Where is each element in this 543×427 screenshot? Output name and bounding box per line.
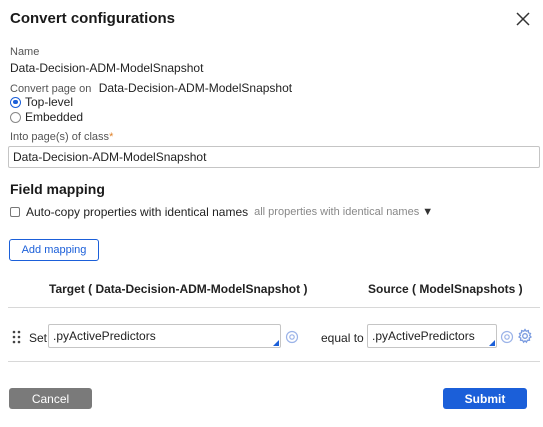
add-mapping-button[interactable]: Add mapping — [9, 239, 99, 261]
caret-down-icon: ▼ — [422, 206, 434, 218]
autocopy-row: Auto-copy properties with identical name… — [10, 205, 433, 219]
gear-icon[interactable] — [517, 328, 533, 349]
close-icon[interactable] — [512, 8, 534, 30]
autocomplete-corner-icon — [489, 340, 495, 346]
name-value: Data-Decision-ADM-ModelSnapshot — [10, 61, 204, 75]
into-class-label: Into page(s) of class* — [10, 131, 113, 143]
source-property-input[interactable]: .pyActivePredictors — [367, 324, 497, 348]
submit-button[interactable]: Submit — [443, 388, 527, 409]
required-marker: * — [109, 131, 114, 143]
convert-page-on-label: Convert page on — [10, 83, 92, 95]
mapping-operator: equal to — [321, 331, 364, 345]
radio-unselected-icon[interactable] — [10, 111, 21, 123]
into-class-label-text: Into page(s) of class — [10, 131, 110, 143]
into-class-value: Data-Decision-ADM-ModelSnapshot — [13, 150, 207, 164]
source-property-value: .pyActivePredictors — [372, 329, 475, 343]
convert-page-on-value: Data-Decision-ADM-ModelSnapshot — [98, 81, 293, 95]
name-label: Name — [10, 46, 40, 58]
radio-selected-icon[interactable] — [10, 96, 21, 108]
target-property-ring-icon[interactable] — [285, 330, 299, 349]
field-mapping-heading: Field mapping — [10, 181, 105, 197]
autocopy-dropdown-value: all properties with identical names — [254, 206, 420, 218]
target-property-input[interactable]: .pyActivePredictors — [48, 324, 281, 348]
source-property-ring-icon[interactable] — [500, 330, 514, 349]
autocopy-checkbox[interactable] — [10, 207, 20, 217]
table-divider-top — [8, 307, 540, 308]
table-divider-bottom — [8, 361, 540, 362]
source-column-header: Source ( ModelSnapshots ) — [368, 282, 523, 296]
cancel-button[interactable]: Cancel — [9, 388, 92, 409]
autocopy-dropdown[interactable]: all properties with identical names ▼ — [254, 206, 433, 218]
radio-top-level[interactable]: Top-level — [10, 95, 73, 109]
mapping-action: Set — [29, 331, 48, 345]
autocomplete-corner-icon — [273, 340, 279, 346]
radio-embedded-label: Embedded — [25, 110, 84, 124]
target-property-value: .pyActivePredictors — [53, 329, 156, 343]
autocopy-label: Auto-copy properties with identical name… — [26, 205, 249, 219]
into-class-input[interactable]: Data-Decision-ADM-ModelSnapshot — [8, 146, 540, 168]
dialog-title: Convert configurations — [10, 10, 176, 27]
drag-handle-icon[interactable] — [12, 330, 22, 349]
radio-top-level-label: Top-level — [25, 95, 74, 109]
target-column-header: Target ( Data-Decision-ADM-ModelSnapshot… — [49, 282, 308, 296]
radio-embedded[interactable]: Embedded — [10, 110, 83, 124]
convert-page-on: Convert page on Data-Decision-ADM-ModelS… — [10, 81, 292, 95]
